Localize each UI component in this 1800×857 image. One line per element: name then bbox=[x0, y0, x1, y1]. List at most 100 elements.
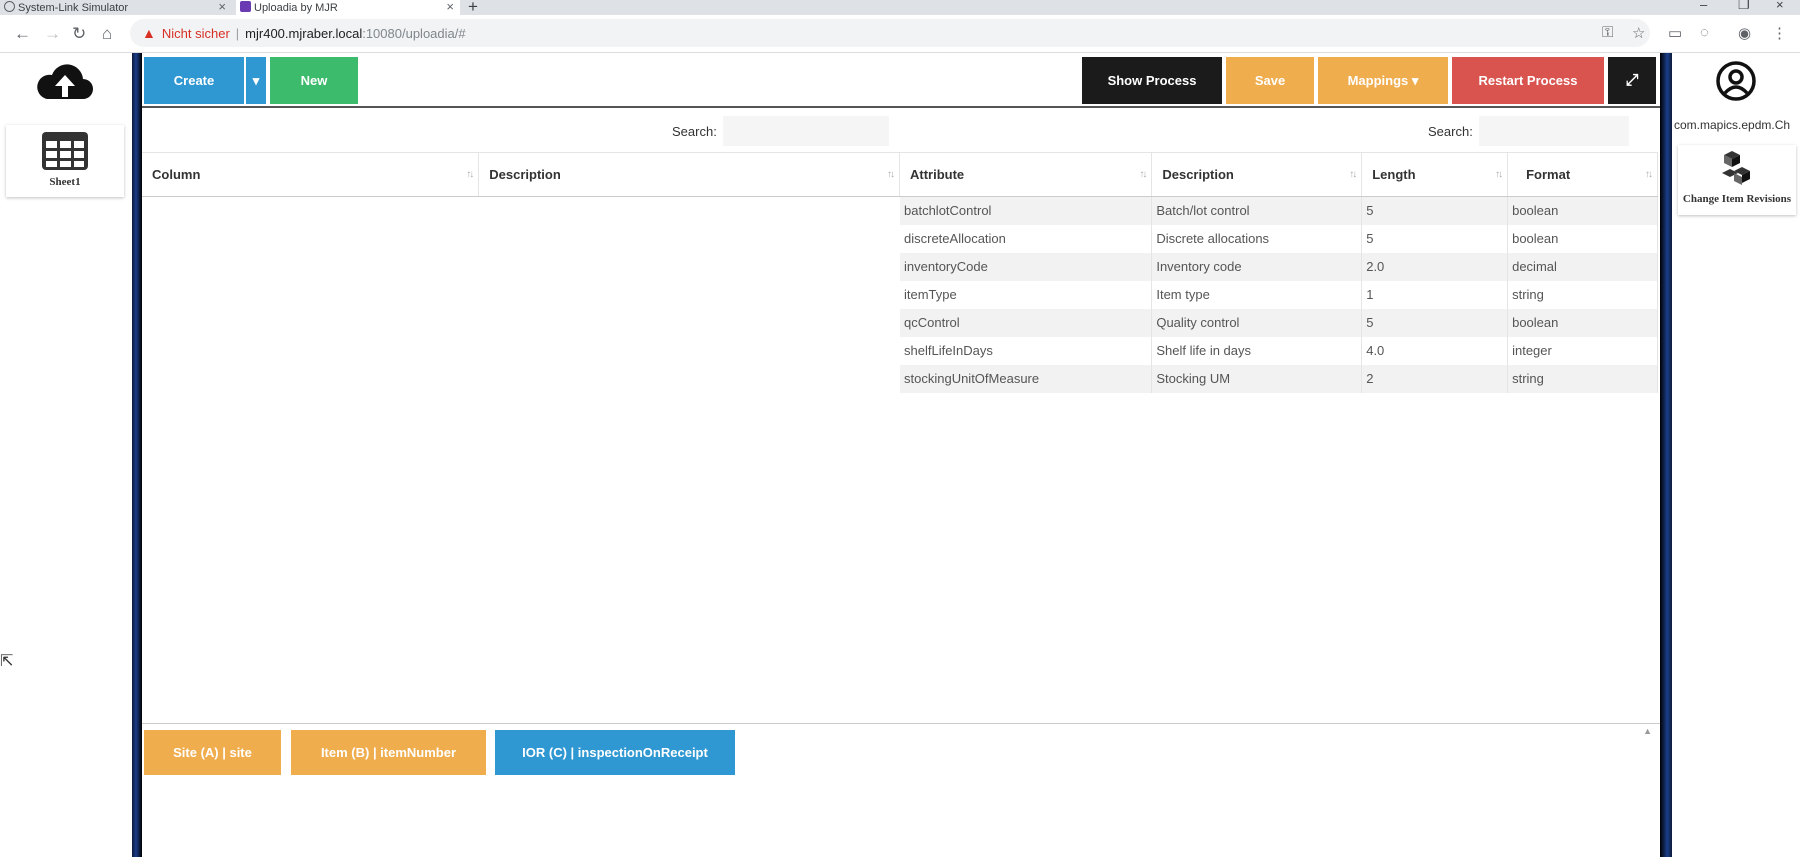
uploadia-favicon-icon bbox=[240, 1, 251, 12]
cloud-upload-icon[interactable] bbox=[35, 61, 95, 105]
key-icon[interactable]: ⚿ bbox=[1602, 24, 1613, 41]
extension-icon[interactable]: ◌ bbox=[1700, 24, 1709, 41]
sort-icon: ↑↓ bbox=[466, 169, 474, 180]
mapping-pill-ior[interactable]: IOR (C) | inspectionOnReceipt bbox=[495, 730, 735, 775]
sort-icon: ↑↓ bbox=[1139, 169, 1147, 180]
tab-title: Uploadia by MJR bbox=[254, 1, 338, 14]
uploadia-app: Sheet1 Create ▾ New Show Process Save Ma… bbox=[0, 53, 1800, 857]
table-row[interactable]: shelfLifeInDays Shelf life in days 4.0 inte… bbox=[900, 336, 1658, 365]
home-icon[interactable]: ⌂ bbox=[102, 24, 112, 44]
restart-process-button[interactable]: Restart Process bbox=[1452, 57, 1604, 104]
table-row[interactable]: qcControl Quality control 5 boolean bbox=[900, 308, 1658, 337]
profile-icon[interactable]: ◉ bbox=[1738, 24, 1751, 42]
back-icon[interactable]: ← bbox=[14, 24, 31, 44]
url-separator: | bbox=[235, 25, 240, 41]
column-header-attribute[interactable]: Attribute ↑↓ bbox=[900, 152, 1153, 197]
close-tab-icon[interactable]: × bbox=[446, 0, 454, 14]
browser-tab-simulator[interactable]: System-Link Simulator × bbox=[0, 0, 232, 15]
security-status: Nicht sicher bbox=[161, 25, 230, 41]
table-row[interactable]: itemType Item type 1 string bbox=[900, 280, 1658, 309]
create-button[interactable]: Create bbox=[144, 57, 244, 104]
column-header-column[interactable]: Column ↑↓ bbox=[142, 152, 480, 197]
cell-description: Shelf life in days bbox=[1151, 336, 1363, 365]
save-button[interactable]: Save bbox=[1226, 57, 1314, 104]
left-search-input[interactable] bbox=[722, 116, 889, 146]
sort-icon: ↑↓ bbox=[1495, 169, 1503, 180]
cell-format: decimal bbox=[1507, 252, 1658, 281]
browser-address-bar: ← → ↻ ⌂ ▲ Nicht sicher | mjr400.mjraber.… bbox=[0, 15, 1800, 53]
sort-icon: ↑↓ bbox=[1645, 169, 1653, 180]
cell-format: string bbox=[1507, 364, 1658, 393]
cell-length: 5 bbox=[1361, 308, 1509, 337]
cell-attribute: inventoryCode bbox=[900, 252, 1153, 281]
cell-attribute: discreteAllocation bbox=[900, 224, 1153, 253]
cell-description: Inventory code bbox=[1151, 252, 1363, 281]
mapping-pill-site[interactable]: Site (A) | site bbox=[144, 730, 281, 775]
cell-description: Discrete allocations bbox=[1151, 224, 1363, 253]
url-host: mjr400.mjraber.local bbox=[245, 25, 363, 41]
cell-format: boolean bbox=[1507, 196, 1658, 225]
column-header-length[interactable]: Length ↑↓ bbox=[1361, 152, 1509, 197]
forward-icon[interactable]: → bbox=[44, 24, 61, 44]
main-content: Search: Search: Column ↑↓ Description ↑↓ A… bbox=[142, 110, 1660, 728]
right-search: Search: bbox=[1428, 116, 1629, 146]
cell-format: boolean bbox=[1507, 308, 1658, 337]
sheet-card[interactable]: Sheet1 bbox=[6, 125, 124, 197]
change-item-revisions-label: Change Item Revisions bbox=[1682, 193, 1792, 205]
table-grid-icon bbox=[42, 132, 88, 170]
cell-length: 5 bbox=[1361, 196, 1509, 225]
toolbar: Create ▾ New Show Process Save Mappings … bbox=[142, 53, 1660, 108]
user-avatar-icon[interactable] bbox=[1716, 61, 1756, 101]
column-table: Column ↑↓ Description ↑↓ bbox=[142, 152, 900, 197]
search-label: Search: bbox=[672, 123, 717, 139]
globe-icon bbox=[4, 1, 15, 12]
show-process-button[interactable]: Show Process bbox=[1082, 57, 1222, 104]
table-row[interactable]: stockingUnitOfMeasure Stocking UM 2 string bbox=[900, 364, 1658, 393]
reload-icon[interactable]: ↻ bbox=[72, 24, 86, 44]
url-field[interactable]: ▲ Nicht sicher | mjr400.mjraber.local :1… bbox=[130, 19, 1650, 47]
cubes-icon bbox=[1722, 151, 1750, 185]
minimize-icon[interactable]: – bbox=[1700, 0, 1707, 12]
sort-icon: ↑↓ bbox=[887, 169, 895, 180]
cell-format: integer bbox=[1507, 336, 1658, 365]
browser-tab-uploadia[interactable]: Uploadia by MJR × bbox=[236, 0, 460, 15]
table-row[interactable]: batchlotControl Batch/lot control 5 boolean bbox=[900, 196, 1658, 225]
table-row[interactable]: inventoryCode Inventory code 2.0 decimal bbox=[900, 252, 1658, 281]
cell-length: 5 bbox=[1361, 224, 1509, 253]
search-label: Search: bbox=[1428, 123, 1473, 139]
package-name: com.mapics.epdm.Ch bbox=[1674, 118, 1791, 132]
restore-icon[interactable]: ❐ bbox=[1738, 0, 1750, 13]
menu-icon[interactable]: ⋮ bbox=[1772, 24, 1787, 42]
column-header-description[interactable]: Description ↑↓ bbox=[1151, 152, 1363, 197]
column-header-description[interactable]: Description ↑↓ bbox=[478, 152, 900, 197]
decorative-border-left bbox=[132, 53, 142, 857]
cell-length: 1 bbox=[1361, 280, 1509, 309]
mapping-pill-item[interactable]: Item (B) | itemNumber bbox=[291, 730, 486, 775]
left-search: Search: bbox=[672, 116, 889, 146]
star-icon[interactable]: ☆ bbox=[1632, 24, 1645, 42]
change-item-revisions-card[interactable]: Change Item Revisions bbox=[1678, 145, 1796, 215]
new-button[interactable]: New bbox=[270, 57, 358, 104]
cell-attribute: qcControl bbox=[900, 308, 1153, 337]
cell-attribute: batchlotControl bbox=[900, 196, 1153, 225]
cell-length: 4.0 bbox=[1361, 336, 1509, 365]
mappings-dropdown-button[interactable]: Mappings ▾ bbox=[1318, 57, 1448, 104]
cell-description: Quality control bbox=[1151, 308, 1363, 337]
tab-title: System-Link Simulator bbox=[18, 1, 129, 14]
close-tab-icon[interactable]: × bbox=[218, 0, 226, 14]
browser-tab-bar: System-Link Simulator × Uploadia by MJR … bbox=[0, 0, 1800, 16]
cell-attribute: shelfLifeInDays bbox=[900, 336, 1153, 365]
fullscreen-button[interactable]: ⤢ bbox=[1608, 57, 1656, 104]
column-header-format[interactable]: Format ↑↓ bbox=[1507, 152, 1658, 197]
cell-description: Batch/lot control bbox=[1151, 196, 1363, 225]
cell-format: string bbox=[1507, 280, 1658, 309]
scroll-up-icon[interactable]: ▲ bbox=[1643, 726, 1652, 736]
mouse-cursor-icon: ⇱ bbox=[0, 653, 14, 670]
create-dropdown-button[interactable]: ▾ bbox=[244, 57, 266, 104]
cell-format: boolean bbox=[1507, 224, 1658, 253]
table-row[interactable]: discreteAllocation Discrete allocations 5 b… bbox=[900, 224, 1658, 253]
cast-icon[interactable]: ▭ bbox=[1668, 24, 1682, 42]
cell-attribute: stockingUnitOfMeasure bbox=[900, 364, 1153, 393]
right-search-input[interactable] bbox=[1478, 116, 1629, 146]
window-close-icon[interactable]: × bbox=[1776, 0, 1784, 12]
